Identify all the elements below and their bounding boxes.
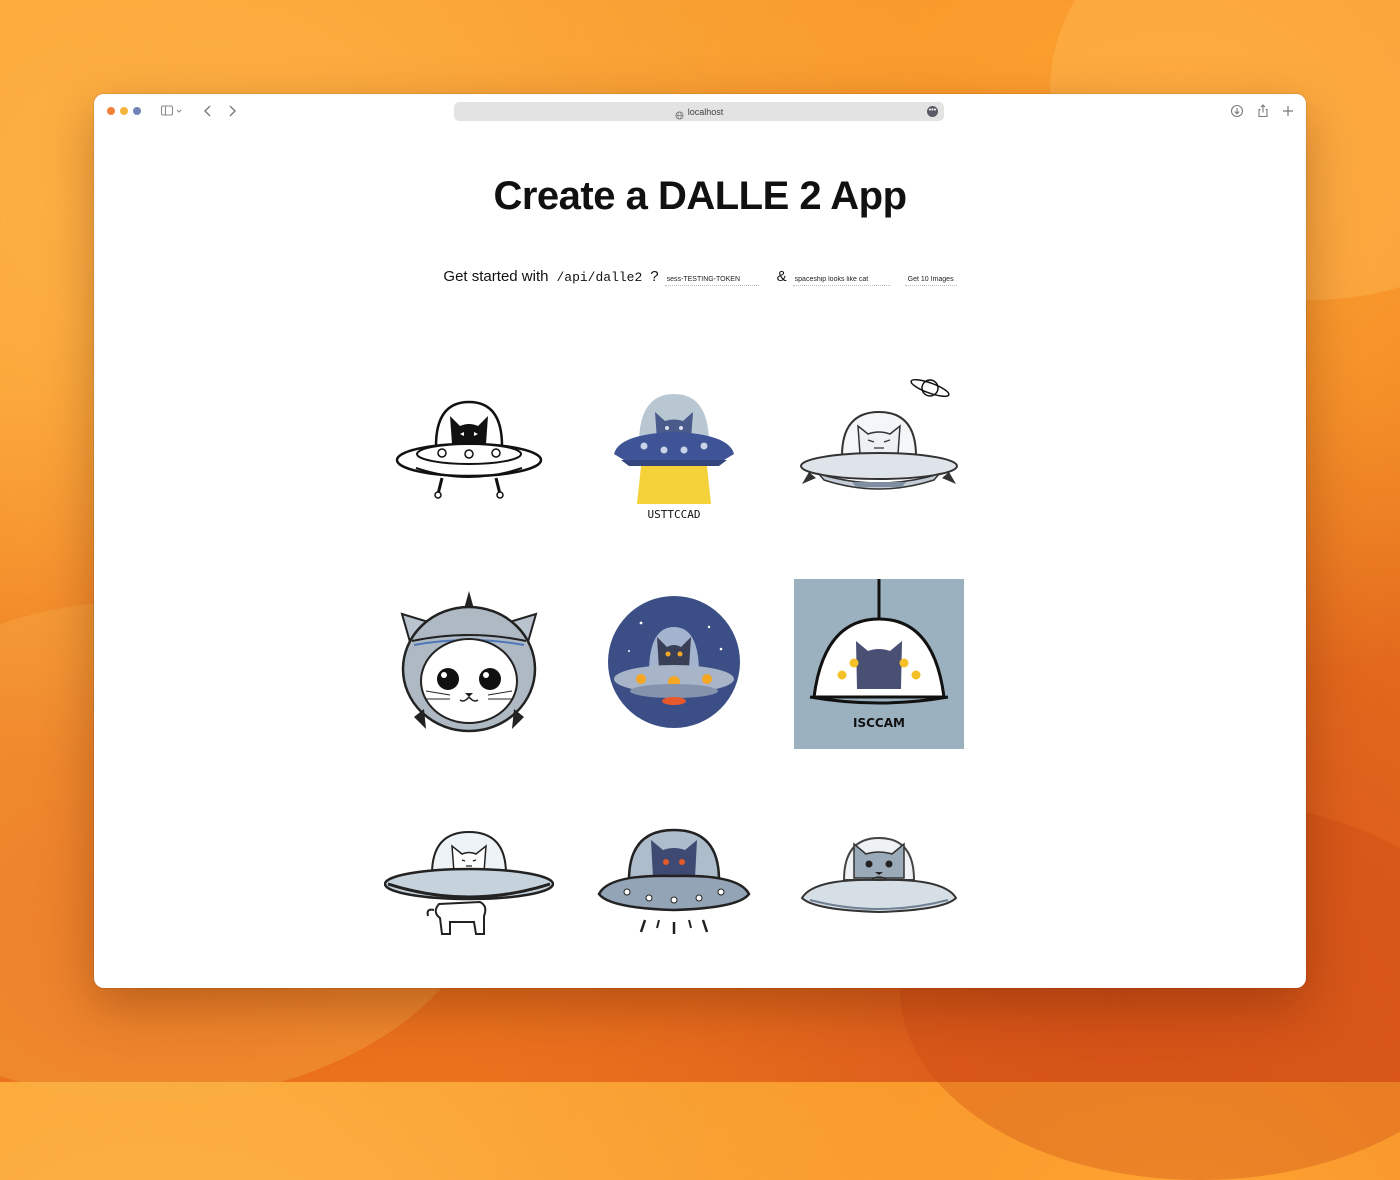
zoom-window-button[interactable] xyxy=(133,107,141,115)
image-request-form: Get started with /api/dalle2 ? & Get 10 … xyxy=(94,268,1306,286)
generated-image[interactable] xyxy=(384,579,554,749)
token-input[interactable] xyxy=(664,276,759,286)
endpoint-path: /api/dalle2 xyxy=(556,270,643,285)
cat-ufo-illustration: ISCCAM xyxy=(794,579,964,749)
close-window-button[interactable] xyxy=(107,107,115,115)
browser-window: localhost ••• Create a DALLE 2 App Get s… xyxy=(94,94,1306,988)
query-separator: ? xyxy=(650,268,659,285)
cat-ufo-illustration xyxy=(800,378,958,490)
generated-image[interactable] xyxy=(589,784,759,954)
generated-image[interactable] xyxy=(794,784,964,954)
page-title: Create a DALLE 2 App xyxy=(493,174,907,218)
minimize-window-button[interactable] xyxy=(120,107,128,115)
share-icon[interactable] xyxy=(1255,103,1271,119)
cat-ufo-illustration xyxy=(597,828,751,934)
amp-separator: & xyxy=(776,268,787,285)
cat-head-illustration xyxy=(400,591,538,733)
generated-image[interactable]: USTTCCAD xyxy=(589,374,759,544)
cat-ufo-illustration xyxy=(384,830,554,935)
generated-image[interactable] xyxy=(384,784,554,954)
sidebar-toggle-icon[interactable] xyxy=(160,103,184,119)
cat-ufo-illustration xyxy=(395,400,543,499)
download-icon[interactable] xyxy=(1229,103,1245,119)
cat-ufo-illustration xyxy=(608,596,740,728)
cat-ufo-illustration: USTTCCAD xyxy=(614,394,734,521)
browser-toolbar: localhost ••• xyxy=(94,94,1306,128)
url-text: localhost xyxy=(687,106,724,117)
window-controls xyxy=(107,107,141,115)
image-caption: ISCCAM xyxy=(853,716,905,730)
cat-ufo-illustration xyxy=(800,836,958,914)
prompt-input[interactable] xyxy=(792,276,891,286)
back-icon[interactable] xyxy=(200,103,216,119)
image-gallery: USTTCCAD ISCCAM xyxy=(384,374,1016,954)
generated-image[interactable] xyxy=(589,579,759,749)
image-caption: USTTCCAD xyxy=(648,508,701,521)
generated-image[interactable] xyxy=(384,374,554,544)
get-images-button[interactable]: Get 10 Images xyxy=(904,276,957,286)
address-bar[interactable]: localhost ••• xyxy=(454,102,944,121)
intro-text: Get started with xyxy=(443,268,549,285)
forward-icon[interactable] xyxy=(224,103,240,119)
generated-image[interactable] xyxy=(794,374,964,544)
more-options-icon[interactable]: ••• xyxy=(927,106,938,117)
new-tab-icon[interactable] xyxy=(1280,103,1296,119)
globe-icon xyxy=(675,107,684,120)
generated-image[interactable]: ISCCAM xyxy=(794,579,964,749)
